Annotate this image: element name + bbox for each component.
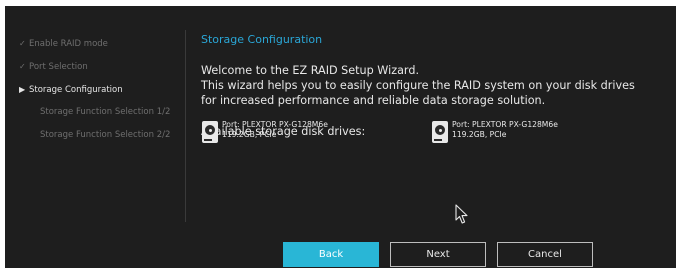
cancel-button[interactable]: Cancel bbox=[497, 242, 593, 267]
drive-info: Port: PLEXTOR PX-G128M6e 119.2GB, PCIe bbox=[222, 120, 328, 140]
drive-details: 119.2GB, PCIe bbox=[222, 130, 277, 139]
drive-details: 119.2GB, PCIe bbox=[452, 130, 507, 139]
welcome-line: This wizard helps you to easily configur… bbox=[201, 79, 635, 92]
play-arrow-icon: ▶ bbox=[19, 85, 26, 94]
check-icon: ✓ bbox=[19, 39, 26, 48]
sidebar-step-enable-raid-mode: ✓ Enable RAID mode bbox=[5, 32, 185, 55]
sidebar-step-label: Storage Configuration bbox=[29, 85, 123, 95]
page-title: Storage Configuration bbox=[201, 33, 323, 46]
drive-info: Port: PLEXTOR PX-G128M6e 119.2GB, PCIe bbox=[452, 120, 558, 140]
welcome-text: Welcome to the EZ RAID Setup Wizard. Thi… bbox=[201, 63, 671, 108]
sidebar-step-label: Port Selection bbox=[29, 62, 88, 72]
mouse-pointer-icon bbox=[455, 204, 468, 224]
sidebar-step-label: Storage Function Selection 2/2 bbox=[40, 130, 171, 140]
welcome-line: Welcome to the EZ RAID Setup Wizard. bbox=[201, 64, 419, 77]
sidebar-step-storage-function-2: Storage Function Selection 2/2 bbox=[5, 124, 185, 147]
sidebar-step-label: Enable RAID mode bbox=[29, 39, 108, 49]
check-icon: ✓ bbox=[19, 62, 26, 71]
drive-port: Port: PLEXTOR PX-G128M6e bbox=[222, 120, 328, 129]
wizard-steps-sidebar: ✓ Enable RAID mode ✓ Port Selection ▶ Stora… bbox=[5, 32, 185, 147]
welcome-line: for increased performance and reliable d… bbox=[201, 94, 546, 107]
sidebar-step-port-selection: ✓ Port Selection bbox=[5, 55, 185, 78]
sidebar-divider bbox=[185, 30, 186, 222]
sidebar-step-storage-configuration: ▶ Storage Configuration bbox=[5, 78, 185, 101]
back-button[interactable]: Back bbox=[283, 242, 379, 267]
next-button[interactable]: Next bbox=[390, 242, 486, 267]
sidebar-step-storage-function-1: Storage Function Selection 1/2 bbox=[5, 101, 185, 124]
drive-port: Port: PLEXTOR PX-G128M6e bbox=[452, 120, 558, 129]
raid-wizard-window: ✓ Enable RAID mode ✓ Port Selection ▶ Stora… bbox=[5, 6, 676, 268]
hard-disk-icon bbox=[202, 121, 218, 143]
sidebar-step-label: Storage Function Selection 1/2 bbox=[40, 107, 171, 117]
hard-disk-icon bbox=[432, 121, 448, 143]
